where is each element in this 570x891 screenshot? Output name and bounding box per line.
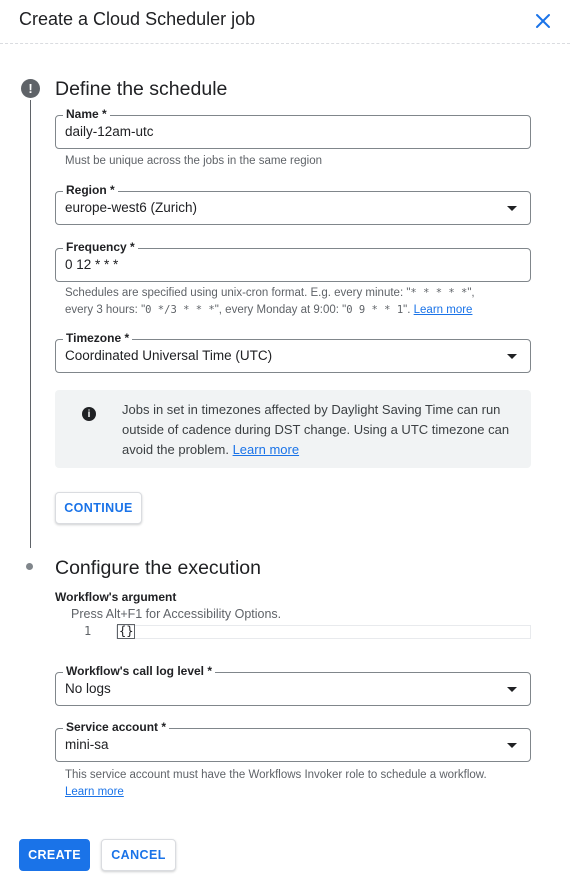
dropdown-arrow-icon xyxy=(507,743,517,748)
region-select[interactable]: Region * europe-west6 (Zurich) xyxy=(55,183,531,225)
dialog-title: Create a Cloud Scheduler job xyxy=(19,9,256,29)
call-log-level-select[interactable]: Workflow's call log level * No logs xyxy=(55,664,531,706)
service-account-hint: This service account must have the Workf… xyxy=(65,769,487,798)
code-line-area[interactable] xyxy=(116,625,531,639)
region-value: europe-west6 (Zurich) xyxy=(65,200,198,215)
cancel-button[interactable]: CANCEL xyxy=(101,839,176,871)
service-account-label: Service account * xyxy=(63,720,170,734)
service-account-learn-more-link[interactable]: Learn more xyxy=(65,786,124,798)
alert-circle-icon: ! xyxy=(21,79,40,98)
dialog-header: Create a Cloud Scheduler job xyxy=(0,0,570,44)
frequency-learn-more-link[interactable]: Learn more xyxy=(414,304,473,316)
step-dot-icon xyxy=(26,563,33,570)
close-icon xyxy=(536,14,550,28)
frequency-hint: Schedules are specified using unix-cron … xyxy=(65,287,475,316)
name-label: Name * xyxy=(63,107,110,121)
name-hint: Must be unique across the jobs in the sa… xyxy=(65,155,322,167)
step-title-define-schedule: Define the schedule xyxy=(55,78,228,100)
frequency-field[interactable]: Frequency * 0 12 * * * xyxy=(55,240,531,282)
timezone-select[interactable]: Timezone * Coordinated Universal Time (U… xyxy=(55,331,531,373)
dst-info-text: Jobs in set in timezones affected by Day… xyxy=(122,402,510,457)
timezone-value: Coordinated Universal Time (UTC) xyxy=(65,348,273,363)
service-account-select[interactable]: Service account * mini-sa xyxy=(55,720,531,762)
service-account-value: mini-sa xyxy=(65,737,109,752)
region-label: Region * xyxy=(63,183,118,197)
call-log-level-label: Workflow's call log level * xyxy=(63,664,216,678)
info-icon: i xyxy=(82,407,96,421)
frequency-label: Frequency * xyxy=(63,240,138,254)
dropdown-arrow-icon xyxy=(507,354,517,359)
step-title-configure-execution: Configure the execution xyxy=(55,557,261,579)
name-field[interactable]: Name * daily-12am-utc xyxy=(55,107,531,149)
dropdown-arrow-icon xyxy=(507,687,517,692)
continue-button[interactable]: CONTINUE xyxy=(55,492,142,524)
frequency-value: 0 12 * * * xyxy=(65,257,119,272)
timezone-label: Timezone * xyxy=(63,331,133,345)
stepper-connector xyxy=(30,100,31,548)
dst-info-banner: i Jobs in set in timezones affected by D… xyxy=(55,390,531,468)
dst-learn-more-link[interactable]: Learn more xyxy=(233,442,299,457)
name-value: daily-12am-utc xyxy=(65,124,154,139)
workflow-argument-label: Workflow's argument xyxy=(55,590,177,604)
create-button[interactable]: CREATE xyxy=(19,839,90,871)
line-number: 1 xyxy=(84,624,92,638)
dropdown-arrow-icon xyxy=(507,206,517,211)
accessibility-note: Press Alt+F1 for Accessibility Options. xyxy=(71,607,282,621)
call-log-level-value: No logs xyxy=(65,681,111,696)
code-text[interactable]: {} xyxy=(117,624,136,639)
close-button[interactable] xyxy=(530,8,556,34)
workflow-argument-editor[interactable]: 1 {} xyxy=(55,624,531,640)
